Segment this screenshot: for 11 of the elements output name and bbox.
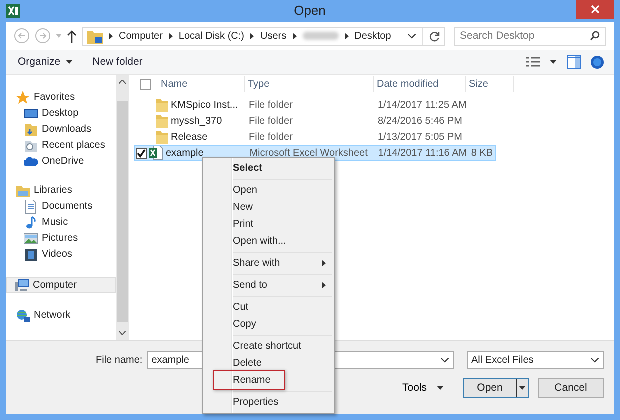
table-cell-text: File folder [248,116,294,126]
file-name-label: File name: [96,354,143,366]
table-cell-text: 8 KB [471,148,494,158]
table-cell-text: File folder [248,100,294,110]
table-cell-text: 8/24/2016 5:46 PM [377,116,464,126]
table-cell-text: 1/13/2017 5:05 PM [377,132,464,142]
table-cell-text: 1/14/2017 11:16 AM [377,148,468,158]
table-cell-text: 1/14/2017 11:25 AM [377,100,468,110]
window-title: Open [294,3,326,18]
table-cell-text: File folder [248,132,294,142]
table-cell-text: Microsoft Excel Worksheet [248,148,369,158]
